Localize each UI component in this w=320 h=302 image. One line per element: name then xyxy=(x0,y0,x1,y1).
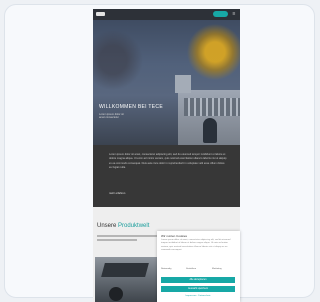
cookie-consent-dialog: Wir nutzen Cookies Lorem ipsum dolor sit… xyxy=(157,231,240,302)
cookie-option-necessary[interactable]: Notwendig xyxy=(161,268,171,270)
hamburger-menu-icon[interactable]: ≡ xyxy=(231,12,237,17)
product-image[interactable] xyxy=(95,257,157,302)
section-title-accent: Produktwelt xyxy=(118,223,150,229)
cookie-option-marketing[interactable]: Marketing xyxy=(212,268,222,270)
cookie-options: Notwendig Statistiken Marketing xyxy=(161,268,235,274)
section-title-prefix: Unsere xyxy=(97,223,119,229)
cta-button[interactable] xyxy=(213,11,228,17)
save-selection-button[interactable]: Auswahl speichern xyxy=(161,286,235,292)
top-navigation: ≡ xyxy=(93,9,240,20)
hero-subtitle-line2: amet consectetur xyxy=(99,116,119,119)
logo[interactable] xyxy=(96,12,105,16)
intro-section: Lorem ipsum dolor sit amet, consectetur … xyxy=(93,145,240,207)
cookie-title: Wir nutzen Cookies xyxy=(161,234,188,238)
accept-all-button[interactable]: Alle akzeptieren xyxy=(161,277,235,283)
section-title: Unsere Produktwelt xyxy=(97,223,149,229)
cookie-option-statistics[interactable]: Statistiken xyxy=(186,268,196,270)
cookie-footer-links[interactable]: Impressum · Datenschutz xyxy=(161,295,235,297)
read-more-link[interactable]: mehr erfahren xyxy=(109,192,125,195)
hero-title: WILLKOMMEN BEI TECE xyxy=(99,104,163,110)
section-text-line xyxy=(97,235,161,237)
tree-silhouette xyxy=(203,118,217,143)
hero-image: WILLKOMMEN BEI TECE Lorem ipsum dolor si… xyxy=(93,20,240,145)
cookie-text: Lorem ipsum dolor sit amet, consectetur … xyxy=(161,239,231,252)
hero-subtitle: Lorem ipsum dolor sit amet consectetur xyxy=(99,113,124,119)
intro-text: Lorem ipsum dolor sit amet, consectetur … xyxy=(109,153,227,169)
section-text-line xyxy=(97,239,137,241)
